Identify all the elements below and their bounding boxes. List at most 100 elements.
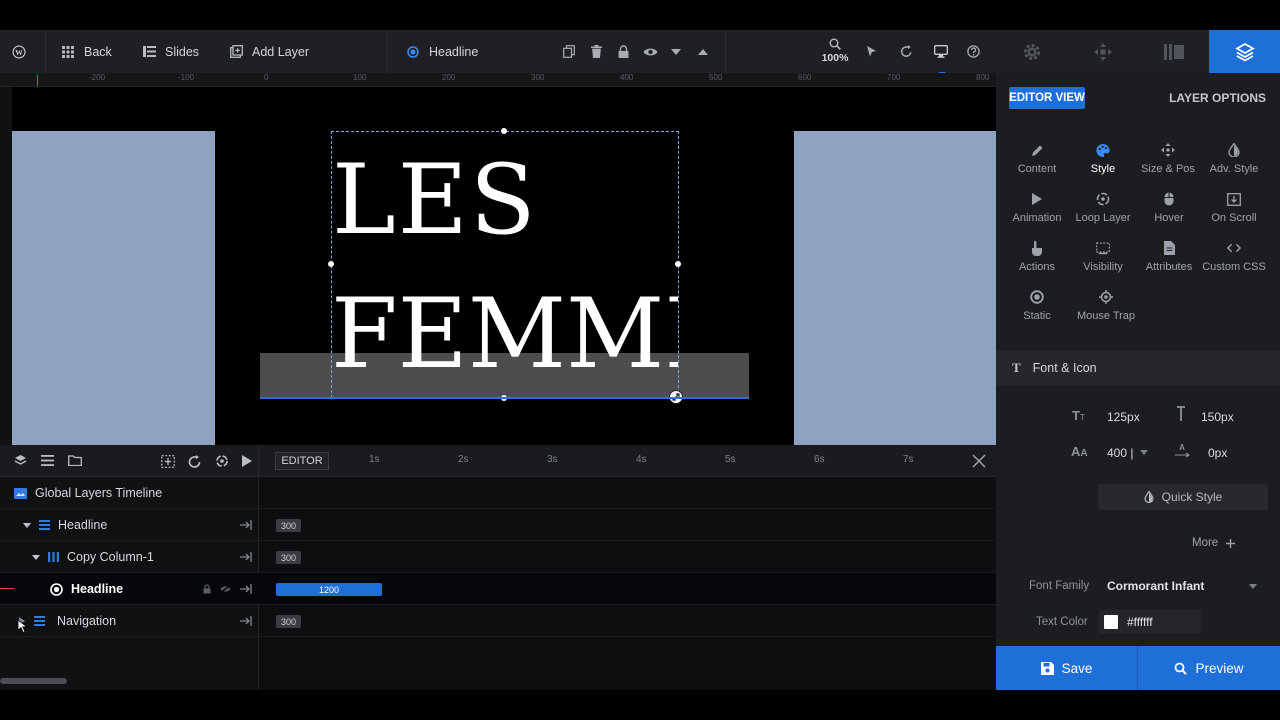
right-image-block[interactable] xyxy=(794,131,996,445)
strip-selection-line xyxy=(260,397,749,399)
fit-timeline-icon[interactable] xyxy=(161,454,175,468)
undo-button[interactable] xyxy=(895,30,917,73)
option-actions[interactable]: Actions xyxy=(1004,240,1070,285)
slide-canvas[interactable]: LES FEMME xyxy=(12,87,996,445)
layers-view-icon[interactable] xyxy=(14,454,27,467)
help-button[interactable] xyxy=(962,30,984,73)
tab-layer-options[interactable] xyxy=(1209,30,1280,73)
line-height-value[interactable]: 150px xyxy=(1201,410,1234,424)
duplicate-layer-button[interactable] xyxy=(558,30,580,73)
jump-to-end-icon[interactable] xyxy=(240,616,252,626)
font-size-value[interactable]: 125px xyxy=(1107,410,1140,424)
option-loop-layer[interactable]: Loop Layer xyxy=(1070,192,1136,236)
duration-pill[interactable]: 300 xyxy=(276,519,301,532)
ruler-tick: 200 xyxy=(442,73,456,82)
option-content[interactable]: Content xyxy=(1004,143,1070,187)
zoom-control[interactable]: 100% xyxy=(818,38,852,68)
letter-spacing-value[interactable]: 0px xyxy=(1208,446,1227,460)
tab-navigation[interactable] xyxy=(1067,30,1138,73)
rewind-icon[interactable] xyxy=(188,454,202,468)
column-icon xyxy=(48,552,59,562)
jump-to-end-icon[interactable] xyxy=(240,584,252,594)
option-custom-css[interactable]: Custom CSS xyxy=(1201,241,1267,285)
option-style[interactable]: Style xyxy=(1070,143,1136,187)
editor-timeline-label[interactable]: EDITOR xyxy=(275,452,329,470)
quick-style-button[interactable]: Quick Style xyxy=(1098,484,1268,510)
move-icon xyxy=(1161,143,1175,157)
layer-options-label[interactable]: LAYER OPTIONS xyxy=(1169,91,1266,105)
text-color-picker[interactable]: #ffffff xyxy=(1099,610,1201,634)
option-hover[interactable]: Hover xyxy=(1136,192,1202,236)
font-icon-section-header[interactable]: T Font & Icon xyxy=(996,351,1280,385)
font-family-select[interactable]: Cormorant Infant xyxy=(1099,574,1269,598)
cursor-icon xyxy=(866,46,876,57)
visibility-toggle-button[interactable] xyxy=(639,30,661,73)
option-adv-style[interactable]: Adv. Style xyxy=(1201,143,1267,187)
delete-layer-button[interactable] xyxy=(585,30,607,73)
chevron-down-icon[interactable] xyxy=(1140,450,1148,455)
wordpress-icon: W xyxy=(12,44,26,59)
duration-pill[interactable]: 300 xyxy=(276,615,301,628)
loop-icon[interactable] xyxy=(215,454,229,468)
list-view-icon[interactable] xyxy=(41,455,54,466)
play-icon xyxy=(1030,192,1044,206)
back-button[interactable]: Back xyxy=(61,30,112,73)
duration-pill[interactable]: 300 xyxy=(276,551,301,564)
layers-icon xyxy=(1234,42,1255,62)
jump-to-end-icon[interactable] xyxy=(240,552,252,562)
slides-button[interactable]: Slides xyxy=(142,30,199,73)
time-marker: 3s xyxy=(547,454,558,465)
option-size-pos[interactable]: Size & Pos xyxy=(1132,143,1204,187)
timeline-row-label: Headline xyxy=(58,518,108,532)
monitor-icon xyxy=(934,45,948,58)
global-layers-row[interactable]: Global Layers Timeline xyxy=(0,477,996,509)
timeline-row[interactable]: Copy Column-1 300 xyxy=(0,541,996,573)
timeline-scrollbar[interactable] xyxy=(0,678,67,684)
editor-view-button[interactable]: EDITOR VIEW xyxy=(1009,87,1085,109)
close-timeline-button[interactable] xyxy=(972,454,986,471)
ruler-tick: 300 xyxy=(531,73,545,82)
add-layer-button[interactable]: Add Layer xyxy=(229,30,309,73)
option-on-scroll[interactable]: On Scroll xyxy=(1201,192,1267,236)
resize-handle[interactable] xyxy=(501,128,507,134)
expand-caret-icon[interactable] xyxy=(32,554,40,560)
resize-handle[interactable] xyxy=(328,261,334,267)
option-animation[interactable]: Animation xyxy=(1004,192,1070,236)
time-ruler[interactable]: 1s 2s 3s 4s 5s 6s 7s xyxy=(335,445,955,477)
timeline-row[interactable]: Headline 300 xyxy=(0,509,996,541)
color-swatch[interactable] xyxy=(1104,615,1118,629)
option-visibility[interactable]: Visibility xyxy=(1070,241,1136,285)
option-label: Attributes xyxy=(1145,261,1193,273)
timeline-row[interactable]: Navigation 300 xyxy=(0,605,996,637)
add-layer-icon xyxy=(229,45,243,59)
wordpress-logo-button[interactable]: W xyxy=(12,30,26,73)
lock-icon[interactable] xyxy=(203,584,211,594)
hidden-eye-icon[interactable] xyxy=(220,585,231,593)
save-label: Save xyxy=(1061,660,1093,676)
font-weight-value[interactable]: 400 | xyxy=(1107,446,1133,460)
current-layer-selector[interactable]: Headline xyxy=(406,30,478,73)
option-static[interactable]: Static xyxy=(1004,290,1070,334)
save-button[interactable]: Save xyxy=(996,646,1137,690)
move-layer-up-button[interactable] xyxy=(692,30,714,73)
option-label: Custom CSS xyxy=(1202,261,1266,273)
jump-to-end-icon[interactable] xyxy=(240,520,252,530)
more-options-toggle[interactable]: More xyxy=(1192,537,1236,549)
option-mouse-trap[interactable]: Mouse Trap xyxy=(1072,290,1140,334)
duration-bar[interactable]: 1200 xyxy=(276,583,382,596)
tab-slide-settings[interactable] xyxy=(996,30,1067,73)
selection-box[interactable] xyxy=(331,131,679,398)
expand-caret-icon[interactable] xyxy=(23,522,31,528)
preview-button[interactable]: Preview xyxy=(1138,646,1280,690)
option-attributes[interactable]: Attributes xyxy=(1136,241,1202,285)
play-icon[interactable] xyxy=(242,455,252,467)
lock-layer-button[interactable] xyxy=(612,30,634,73)
tab-slide-options[interactable] xyxy=(1138,30,1209,73)
row-layer-icon xyxy=(39,520,50,530)
select-tool-button[interactable] xyxy=(860,30,882,73)
folder-icon[interactable] xyxy=(68,455,82,466)
timeline-row-selected[interactable]: Headline 1200 xyxy=(0,573,996,605)
resize-handle[interactable] xyxy=(675,261,681,267)
move-layer-down-button[interactable] xyxy=(665,30,687,73)
left-image-block[interactable] xyxy=(12,131,215,445)
